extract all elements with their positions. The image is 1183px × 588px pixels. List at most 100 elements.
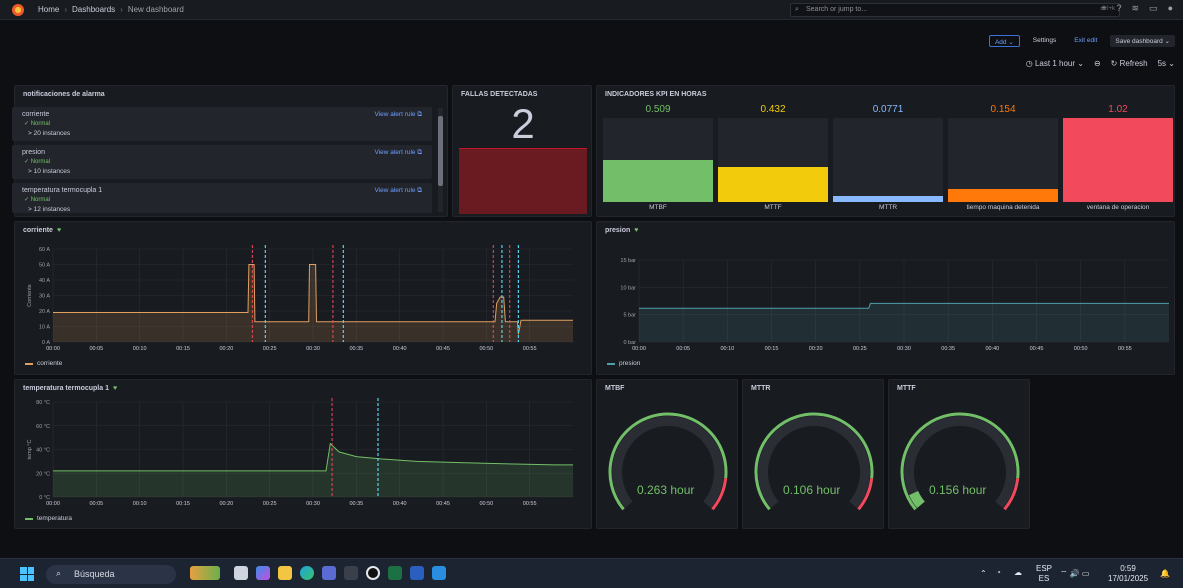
fallas-panel: FALLAS DETECTADAS 2 <box>452 85 592 217</box>
notification-bell-icon[interactable]: 🔔 <box>1160 569 1170 579</box>
network-volume-battery-icons[interactable]: ⌔ 🔊 ▭ <box>1060 569 1090 579</box>
mttr-gauge <box>754 412 874 511</box>
fallas-value: 2 <box>511 100 535 147</box>
tray-onedrive-icon[interactable]: ☁ <box>1014 568 1022 578</box>
y-tick-label: 10 bar <box>620 285 636 291</box>
zoom-out-icon[interactable]: ⊖ <box>1094 59 1101 68</box>
clock[interactable]: 0:59 17/01/2025 <box>1108 564 1148 584</box>
kpi-bar-4 <box>1063 118 1173 202</box>
x-tick-label: 00:45 <box>436 501 450 507</box>
task-view-icon[interactable] <box>234 566 248 580</box>
y-tick-label: 40 °C <box>36 448 50 454</box>
file-explorer-icon[interactable] <box>278 566 292 580</box>
help-icon[interactable]: ? <box>1116 3 1121 14</box>
kpi-value: 1.02 <box>1108 104 1128 115</box>
breadcrumb-dashboards[interactable]: Dashboards <box>72 5 115 14</box>
windows-start-icon[interactable] <box>20 567 34 581</box>
gauge-panel-mtbf: MTBF 0.263 hour <box>596 379 738 529</box>
kpi-bar-fill <box>1063 118 1173 202</box>
view-alert-rule-link[interactable]: View alert rule ⧉ <box>374 187 422 195</box>
x-tick-label: 00:45 <box>1030 346 1044 352</box>
app-icon[interactable] <box>366 566 380 580</box>
gauge-value: 0.263 hour <box>637 483 695 497</box>
x-tick-label: 00:25 <box>263 501 277 507</box>
alert-row[interactable]: presion ✓ Normal > 10 instances View ale… <box>12 145 432 179</box>
terminal-icon[interactable] <box>344 566 358 580</box>
x-tick-label: 00:40 <box>393 501 407 507</box>
alert-row[interactable]: corriente ✓ Normal > 20 instances View a… <box>12 107 432 141</box>
panel-title: FALLAS DETECTADAS <box>461 91 538 98</box>
status-badge: ✓ Normal <box>24 121 51 127</box>
x-tick-label: 00:50 <box>1074 346 1088 352</box>
rss-icon[interactable]: ≋ <box>1132 3 1140 14</box>
panel-title: notificaciones de alarma <box>23 91 105 98</box>
x-tick-label: 00:55 <box>523 501 537 507</box>
alerts-scrollbar[interactable] <box>438 108 443 212</box>
x-tick-label: 00:35 <box>349 501 363 507</box>
kpi-bar-2 <box>833 118 943 202</box>
news-icon[interactable]: ▭ <box>1149 3 1158 14</box>
time-range-picker[interactable]: ◷ Last 1 hour ⌄ <box>1026 59 1084 68</box>
kpi-bar-fill <box>948 189 1058 202</box>
breadcrumb-home[interactable]: Home <box>38 5 59 14</box>
x-tick-label: 00:50 <box>479 346 493 352</box>
x-tick-label: 00:50 <box>479 501 493 507</box>
kpi-bar-1 <box>718 118 828 202</box>
language-indicator[interactable]: ESP ES <box>1036 564 1052 584</box>
y-tick-label: 60 °C <box>36 424 50 430</box>
breadcrumb: Home › Dashboards › New dashboard <box>38 5 184 14</box>
kpi-bar-fill <box>603 160 713 202</box>
legend-item[interactable]: presion <box>607 360 640 367</box>
edge-icon[interactable] <box>300 566 314 580</box>
x-tick-label: 00:05 <box>89 346 103 352</box>
x-tick-label: 00:35 <box>349 346 363 352</box>
alert-row[interactable]: temperatura termocupla 1 ✓ Normal > 12 i… <box>12 183 432 213</box>
tray-chevron-icon[interactable]: ⌃ <box>980 569 987 579</box>
plus-icon[interactable]: + <box>1101 3 1106 14</box>
x-tick-label: 00:10 <box>720 346 734 352</box>
y-tick-label: 30 A <box>39 294 50 300</box>
copilot-icon[interactable] <box>256 566 270 580</box>
windows-taskbar: ⌕ Búsqueda ⌃ ◔ ☁ ESP ES ⌔ 🔊 ▭ 0:59 17/01/2… <box>0 558 1183 588</box>
corriente-panel: corriente ♥ 60 A 50 A 40 A 30 A 20 A 10 A0 A 00… <box>14 221 592 375</box>
vscode-icon[interactable] <box>432 566 446 580</box>
view-alert-rule-link[interactable]: View alert rule ⧉ <box>374 149 422 157</box>
x-tick-label: 00:00 <box>632 346 646 352</box>
legend-item[interactable]: corriente <box>25 360 62 367</box>
x-tick-label: 00:20 <box>219 346 233 352</box>
kpi-label: MTBF <box>649 204 667 211</box>
search-input[interactable]: ⌕ Search or jump to... ctrl+k <box>790 3 1120 17</box>
gauge-panel-mttf: MTTF 0.156 hour <box>888 379 1030 529</box>
refresh-button[interactable]: ↻ Refresh <box>1111 59 1148 68</box>
kpi-label: tiempo maquina detenida <box>966 204 1040 211</box>
y-tick-label: 20 °C <box>36 471 50 477</box>
search-icon: ⌕ <box>56 568 62 578</box>
x-tick-label: 00:55 <box>523 346 537 352</box>
exit-edit-button[interactable]: Exit edit <box>1069 35 1102 47</box>
y-tick-label: 10 A <box>39 325 50 331</box>
status-badge: ✓ Normal <box>24 197 51 203</box>
legend-item[interactable]: temperatura <box>25 515 72 522</box>
taskbar-search[interactable]: ⌕ Búsqueda <box>46 565 176 584</box>
x-tick-label: 00:45 <box>436 346 450 352</box>
kpi-value: 0.154 <box>990 104 1016 115</box>
view-alert-rule-link[interactable]: View alert rule ⧉ <box>374 111 422 119</box>
avatar[interactable]: ● <box>1168 3 1173 14</box>
tray-app-icon[interactable]: ◔ <box>996 568 1001 578</box>
y-tick-label: 60 A <box>39 247 50 253</box>
word-icon[interactable] <box>410 566 424 580</box>
refresh-interval[interactable]: 5s ⌄ <box>1158 59 1175 68</box>
grafana-logo-icon[interactable] <box>12 3 24 16</box>
excel-icon[interactable] <box>388 566 402 580</box>
settings-button[interactable]: Settings <box>1028 35 1062 47</box>
x-tick-label: 00:35 <box>941 346 955 352</box>
y-tick-label: 20 A <box>39 309 50 315</box>
save-dashboard-button[interactable]: Save dashboard ⌄ <box>1110 35 1175 47</box>
add-button[interactable]: Add ⌄ <box>988 35 1020 47</box>
x-tick-label: 00:25 <box>853 346 867 352</box>
kpi-label: MTTF <box>764 204 782 211</box>
x-tick-label: 00:15 <box>176 501 190 507</box>
teams-icon[interactable] <box>322 566 336 580</box>
widget-icon[interactable] <box>190 566 220 580</box>
time-controls: ◷ Last 1 hour ⌄ ⊖ ↻ Refresh 5s ⌄ <box>1026 59 1175 68</box>
